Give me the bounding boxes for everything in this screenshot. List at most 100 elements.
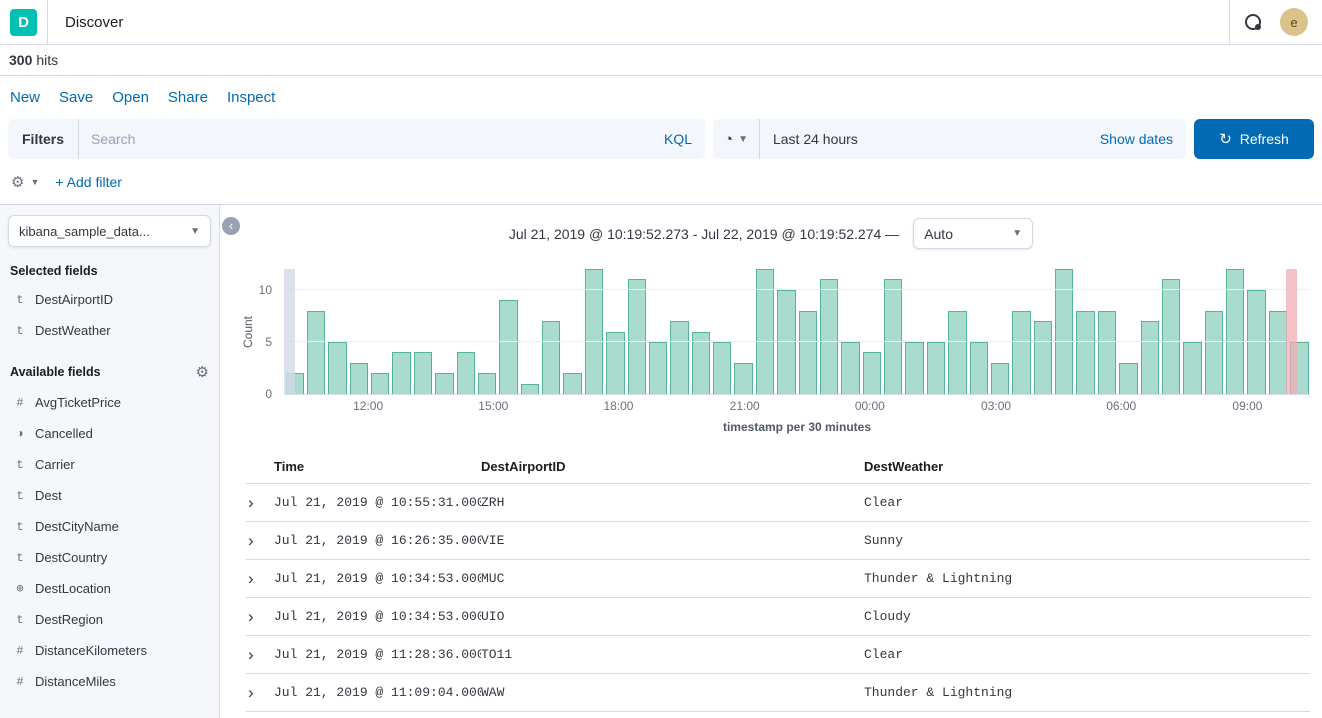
quick-select-button[interactable]: ◔ ▼: [713, 119, 760, 159]
field-item-Cancelled[interactable]: ◑Cancelled: [8, 418, 211, 449]
field-item-DestCountry[interactable]: tDestCountry: [8, 542, 211, 573]
histogram-bar[interactable]: [521, 384, 539, 394]
field-item-DestAirportID[interactable]: tDestAirportID: [8, 284, 211, 315]
histogram-bar[interactable]: [499, 300, 517, 394]
histogram-bar[interactable]: [457, 352, 475, 394]
histogram-bar[interactable]: [1141, 321, 1159, 394]
histogram-bar[interactable]: [756, 269, 774, 394]
selected-fields-heading: Selected fields: [10, 264, 209, 278]
help-button[interactable]: [1230, 0, 1276, 44]
string-field-icon: t: [14, 613, 26, 627]
nav-inspect-link[interactable]: Inspect: [227, 89, 275, 106]
kql-toggle[interactable]: KQL: [651, 131, 705, 147]
time-range-value[interactable]: Last 24 hours: [760, 131, 871, 147]
histogram-bar[interactable]: [670, 321, 688, 394]
chevron-down-icon: ▼: [1012, 228, 1022, 239]
field-item-DistanceMiles[interactable]: #DistanceMiles: [8, 666, 211, 697]
histogram-bar[interactable]: [1247, 290, 1265, 394]
search-input[interactable]: [79, 119, 651, 159]
refresh-button[interactable]: ↻ Refresh: [1194, 119, 1314, 159]
filter-settings-gear-icon[interactable]: ⚙: [11, 173, 24, 191]
histogram-bar[interactable]: [820, 279, 838, 394]
interval-select[interactable]: Auto ▼: [913, 218, 1033, 249]
chevron-down-icon: ▼: [190, 226, 200, 237]
histogram-bar[interactable]: [307, 311, 325, 394]
field-item-DestWeather[interactable]: tDestWeather: [8, 315, 211, 346]
histogram-bar[interactable]: [1269, 311, 1287, 394]
histogram-bar[interactable]: [970, 342, 988, 394]
column-header-destairportid[interactable]: DestAirportID: [481, 459, 864, 474]
field-item-AvgTicketPrice[interactable]: #AvgTicketPrice: [8, 387, 211, 418]
histogram-bar[interactable]: [905, 342, 923, 394]
histogram-bar[interactable]: [734, 363, 752, 394]
histogram-bar[interactable]: [991, 363, 1009, 394]
histogram-bar[interactable]: [435, 373, 453, 394]
field-item-DestLocation[interactable]: ⊕DestLocation: [8, 573, 211, 604]
histogram-bar[interactable]: [328, 342, 346, 394]
histogram-bar[interactable]: [414, 352, 432, 394]
table-body: ›Jul 21, 2019 @ 10:55:31.000ZRHClear›Jul…: [246, 484, 1310, 712]
x-axis-tick-label: 00:00: [855, 399, 885, 413]
histogram-bar[interactable]: [841, 342, 859, 394]
field-item-DistanceKilometers[interactable]: #DistanceKilometers: [8, 635, 211, 666]
histogram-bar[interactable]: [927, 342, 945, 394]
histogram-bar[interactable]: [1183, 342, 1201, 394]
query-bar: Filters KQL: [8, 119, 705, 159]
histogram-bar[interactable]: [350, 363, 368, 394]
histogram-bar[interactable]: [478, 373, 496, 394]
histogram-bar[interactable]: [1226, 269, 1244, 394]
field-item-DestRegion[interactable]: tDestRegion: [8, 604, 211, 635]
histogram-bar[interactable]: [777, 290, 795, 394]
expand-row-icon[interactable]: ›: [246, 684, 274, 701]
show-dates-button[interactable]: Show dates: [1087, 131, 1186, 147]
index-pattern-select[interactable]: kibana_sample_data... ▼: [8, 215, 211, 247]
hits-label: hits: [36, 52, 58, 68]
histogram-bar[interactable]: [884, 279, 902, 394]
number-field-icon: #: [14, 675, 26, 689]
y-axis-tick-label: 0: [265, 387, 272, 401]
histogram-bar[interactable]: [1162, 279, 1180, 394]
histogram-bar[interactable]: [563, 373, 581, 394]
collapse-icon: ‹: [229, 218, 233, 234]
histogram-bar[interactable]: [863, 352, 881, 394]
expand-row-icon[interactable]: ›: [246, 532, 274, 549]
filters-button[interactable]: Filters: [8, 119, 79, 159]
column-header-destweather[interactable]: DestWeather: [864, 459, 1310, 474]
add-filter-button[interactable]: + Add filter: [55, 174, 122, 190]
histogram-bar[interactable]: [1012, 311, 1030, 394]
field-item-Carrier[interactable]: tCarrier: [8, 449, 211, 480]
histogram-bar[interactable]: [371, 373, 389, 394]
field-item-DestCityName[interactable]: tDestCityName: [8, 511, 211, 542]
expand-row-icon[interactable]: ›: [246, 494, 274, 511]
histogram-bar[interactable]: [392, 352, 410, 394]
nav-new-link[interactable]: New: [10, 89, 40, 106]
histogram-bar[interactable]: [585, 269, 603, 394]
histogram-bar[interactable]: [628, 279, 646, 394]
field-settings-gear-icon[interactable]: ⚙: [196, 363, 209, 381]
column-header-time[interactable]: Time: [274, 459, 481, 474]
histogram-bar[interactable]: [542, 321, 560, 394]
kibana-logo[interactable]: D: [10, 9, 37, 36]
histogram-bar[interactable]: [1055, 269, 1073, 394]
field-name: DestCityName: [35, 519, 119, 534]
histogram-bar[interactable]: [1034, 321, 1052, 394]
histogram-bar[interactable]: [1098, 311, 1116, 394]
nav-open-link[interactable]: Open: [112, 89, 149, 106]
avatar[interactable]: e: [1280, 8, 1308, 36]
cell-destairportid: TO11: [481, 647, 864, 662]
histogram-bar[interactable]: [713, 342, 731, 394]
histogram-bar[interactable]: [1076, 311, 1094, 394]
nav-save-link[interactable]: Save: [59, 89, 93, 106]
histogram-bar[interactable]: [799, 311, 817, 394]
chevron-down-icon: ▼: [738, 134, 748, 145]
nav-share-link[interactable]: Share: [168, 89, 208, 106]
collapse-sidebar-button[interactable]: ‹: [222, 217, 240, 235]
field-item-Dest[interactable]: tDest: [8, 480, 211, 511]
expand-row-icon[interactable]: ›: [246, 646, 274, 663]
expand-row-icon[interactable]: ›: [246, 608, 274, 625]
histogram-bar[interactable]: [1119, 363, 1137, 394]
histogram-bar[interactable]: [948, 311, 966, 394]
histogram-bar[interactable]: [1205, 311, 1223, 394]
expand-row-icon[interactable]: ›: [246, 570, 274, 587]
histogram-bar[interactable]: [649, 342, 667, 394]
